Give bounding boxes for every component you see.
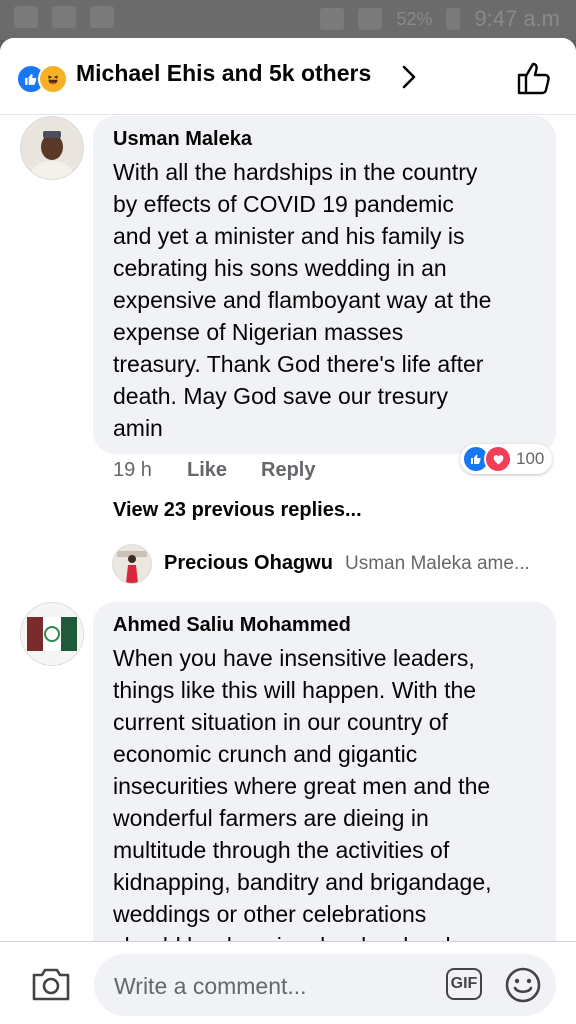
clock: 9:47 a.m — [474, 6, 560, 31]
like-button[interactable]: Like — [187, 459, 227, 482]
message-icon — [52, 6, 76, 28]
comment-reaction-count[interactable]: 100 — [460, 444, 553, 474]
reactions-header[interactable]: Michael Ehis and 5k others — [0, 38, 576, 115]
comment-input[interactable] — [112, 966, 416, 1006]
camera-icon[interactable] — [30, 966, 72, 1002]
warning-icon — [90, 6, 114, 28]
signal-icon — [358, 8, 383, 30]
avatar[interactable] — [20, 602, 84, 666]
haha-icon — [38, 64, 68, 94]
avatar[interactable] — [112, 544, 152, 584]
comment-text: When you have insensitive leaders, thing… — [113, 645, 492, 959]
view-previous-replies[interactable]: View 23 previous replies... — [113, 499, 362, 522]
thumbs-up-icon[interactable] — [514, 58, 554, 98]
status-bar: 52% 9:47 a.m — [0, 0, 576, 40]
reaction-summary — [16, 64, 72, 94]
reply-snippet: Usman Maleka ame... — [345, 553, 530, 574]
comment-timestamp: 19 h — [113, 459, 152, 481]
comment-input-container[interactable]: GIF — [94, 954, 556, 1016]
comment-author[interactable]: Ahmed Saliu Mohammed — [113, 614, 351, 637]
battery-icon — [446, 8, 461, 30]
reactions-summary-text[interactable]: Michael Ehis and 5k others — [76, 60, 371, 87]
mute-icon — [320, 8, 345, 30]
battery-level: 52% — [396, 8, 433, 29]
gif-button[interactable]: GIF — [446, 968, 482, 1000]
avatar[interactable] — [20, 116, 84, 180]
reply-button[interactable]: Reply — [261, 459, 315, 482]
notification-icon — [14, 6, 38, 28]
reply-preview[interactable]: Precious Ohagwu Usman Maleka ame... — [112, 544, 552, 584]
love-icon — [484, 445, 512, 473]
emoji-icon[interactable] — [504, 966, 542, 1004]
comment-composer: GIF — [0, 941, 576, 1024]
comments-sheet: Michael Ehis and 5k others Usman Maleka … — [0, 38, 576, 1024]
reply-author[interactable]: Precious Ohagwu — [164, 552, 333, 575]
comment-text: With all the hardships in the country by… — [113, 159, 492, 441]
comment-author[interactable]: Usman Maleka — [113, 128, 252, 151]
chevron-right-icon[interactable] — [398, 64, 420, 90]
